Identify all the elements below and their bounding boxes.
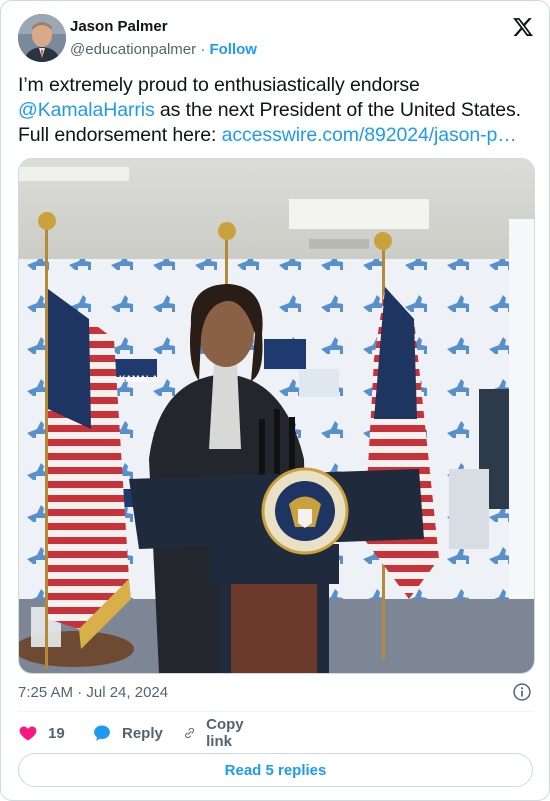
tweet-text-line-1: I’m extremely proud to enthusiastically … (18, 74, 420, 96)
read-replies-label: Read 5 replies (224, 761, 327, 779)
reply-bubble-icon (94, 725, 110, 741)
info-icon[interactable] (512, 682, 532, 702)
like-count: 19 (48, 724, 65, 742)
tweet-text-line-3: Full endorsement here: accesswire.com/89… (18, 123, 538, 148)
tweet-text: I’m extremely proud to enthusiastically … (18, 73, 538, 148)
heart-icon (19, 726, 37, 741)
copy-link-button[interactable]: Copy link (183, 716, 251, 750)
follow-button[interactable]: Follow (209, 41, 257, 58)
reply-button[interactable]: Reply (92, 722, 163, 744)
copy-link-label: Copy link (206, 716, 244, 750)
author-handle-row: @educationpalmer · Follow (70, 41, 257, 58)
copy-link-icon (185, 727, 195, 739)
tweet-card: Jason Palmer @educationpalmer · Follow I… (0, 0, 550, 801)
reply-label: Reply (122, 724, 163, 742)
mention-link[interactable]: @KamalaHarris (18, 99, 155, 121)
kamala-sign-text: KAMALA (119, 374, 158, 384)
handle-separator: · (200, 41, 206, 58)
tweet-timestamp[interactable]: 7:25 AM · Jul 24, 2024 (18, 684, 168, 701)
author-name[interactable]: Jason Palmer (70, 18, 168, 35)
read-replies-button[interactable]: Read 5 replies (18, 753, 533, 787)
author-handle[interactable]: @educationpalmer (70, 41, 196, 58)
x-logo-icon[interactable] (512, 16, 534, 38)
like-button[interactable]: 19 (18, 722, 65, 744)
tweet-header: Jason Palmer @educationpalmer · Follow (18, 14, 534, 62)
tweet-text-line-2: @KamalaHarris as the next President of t… (18, 98, 538, 123)
divider (18, 711, 533, 712)
endorsement-link[interactable]: accesswire.com/892024/jason-p… (222, 124, 517, 146)
tweet-text-line-2-rest: as the next President of the United Stat… (154, 99, 521, 121)
tweet-photo[interactable]: KAMALA (18, 158, 535, 674)
endorsement-prefix: Full endorsement here: (18, 124, 222, 146)
author-avatar[interactable] (18, 14, 66, 62)
